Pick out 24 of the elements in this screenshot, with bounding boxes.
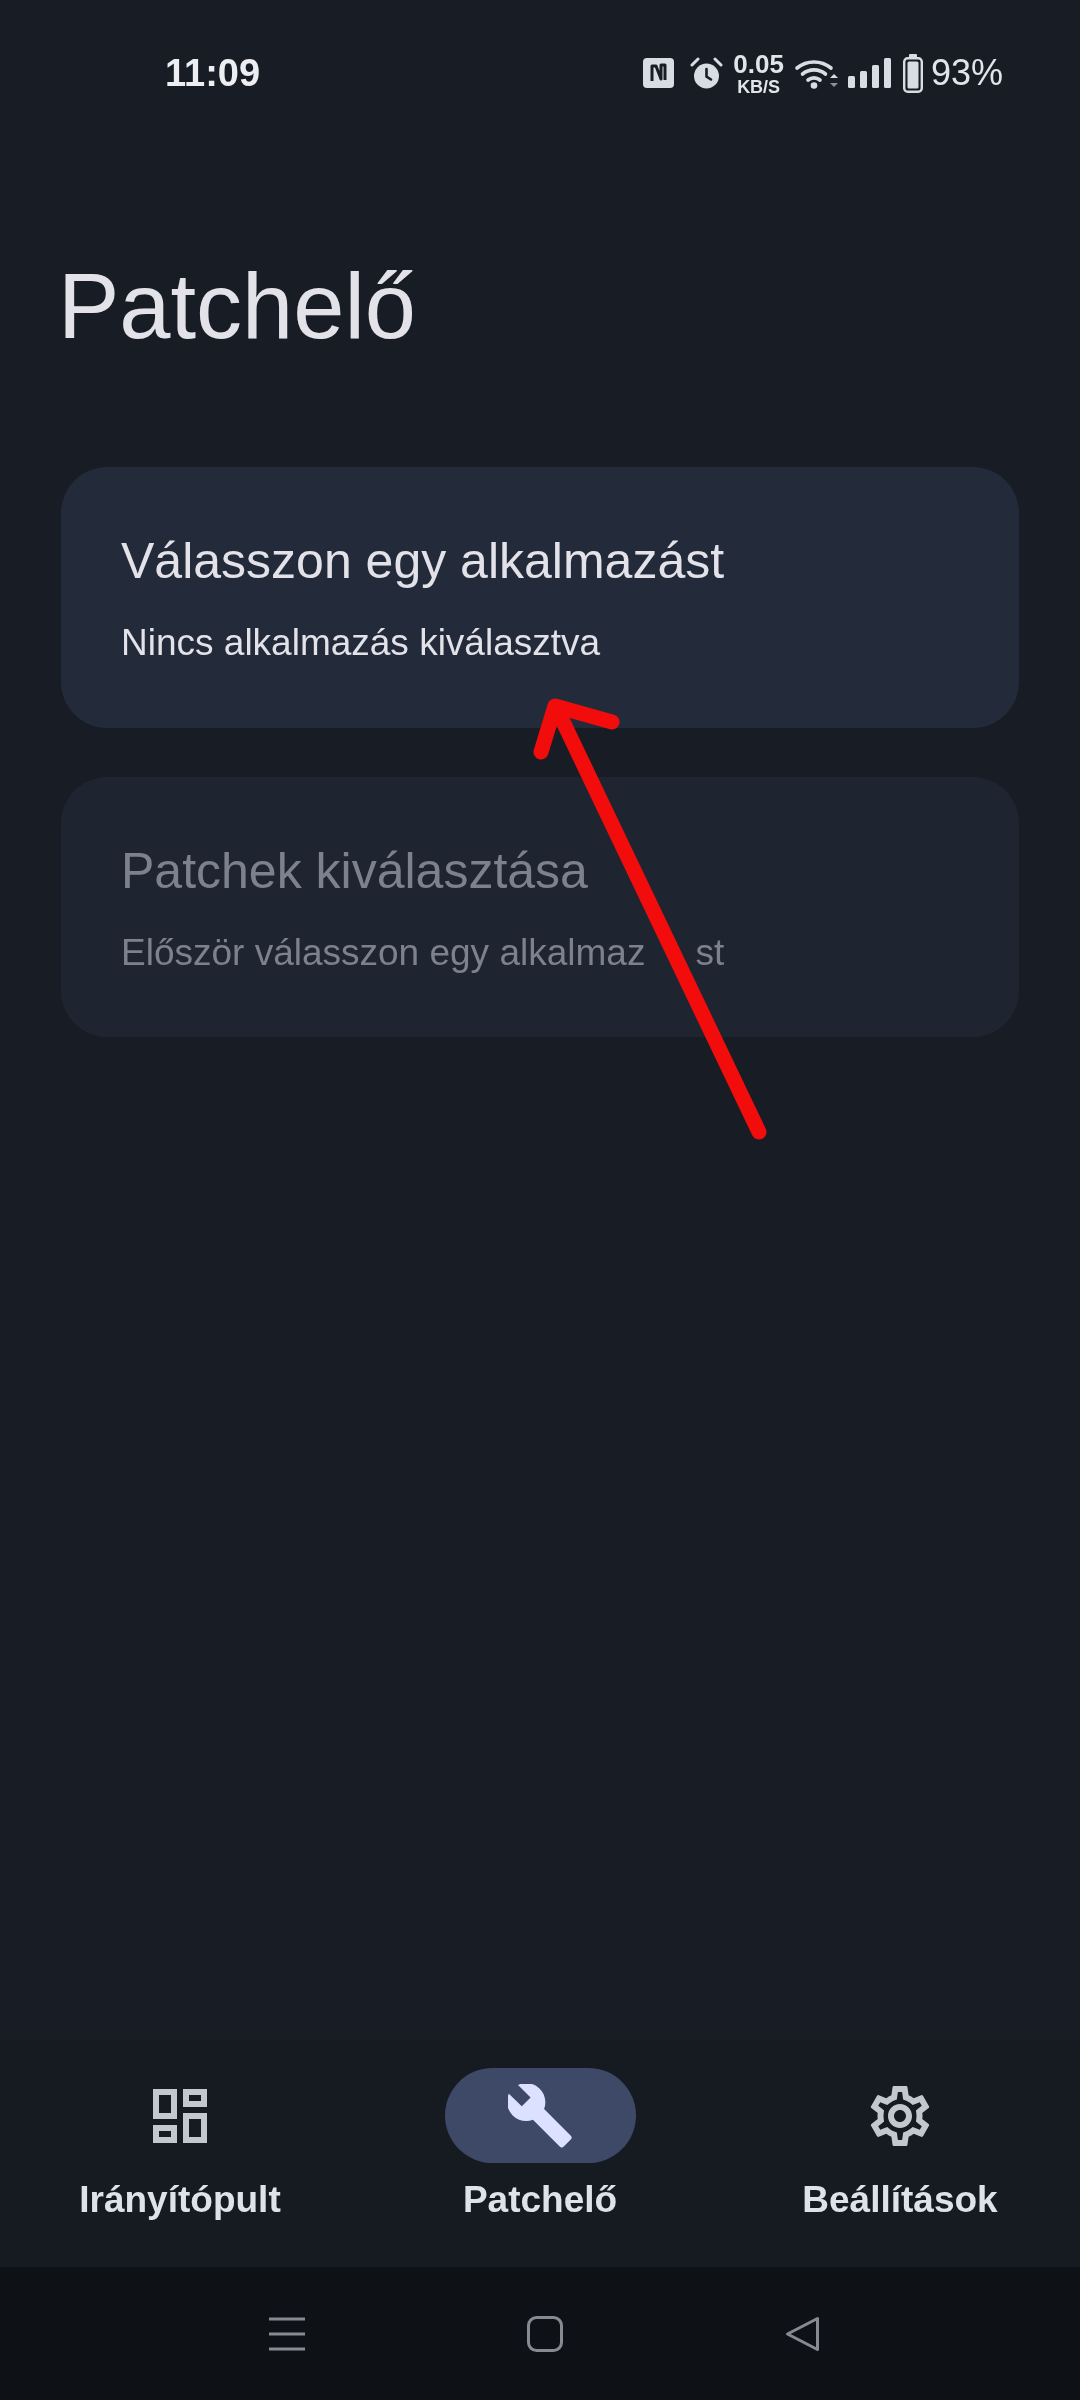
battery-percentage: 93% xyxy=(930,55,1003,91)
card-title: Patchek kiválasztása xyxy=(121,841,588,901)
wifi-icon xyxy=(793,57,838,89)
back-icon[interactable] xyxy=(785,2315,820,2352)
card-subtitle: Először válasszon egy alkalmaz xyxy=(121,930,646,975)
network-speed-unit: KB/S xyxy=(737,77,781,96)
nav-tab[interactable]: Patchelő xyxy=(360,2068,720,2223)
signal-icon xyxy=(847,58,892,88)
nfc-icon xyxy=(643,58,675,88)
clock-time: 11:09 xyxy=(165,54,261,92)
network-speed-value: 0.05 xyxy=(733,50,784,77)
settings-icon xyxy=(870,2085,930,2146)
page-title: Patchelő xyxy=(58,254,417,359)
card-title: Válasszon egy alkalmazást xyxy=(121,532,725,592)
nav-tab[interactable]: Beállítások xyxy=(720,2068,1080,2223)
option-card[interactable]: Válasszon egy alkalmazást Nincs alkalmazás kiválasztva xyxy=(61,467,1019,728)
battery-icon xyxy=(902,53,923,93)
card-subtitle-fragment: st xyxy=(695,930,725,975)
nav-tab[interactable]: Irányítópult xyxy=(0,2068,360,2223)
alarm-clock-icon xyxy=(690,56,724,90)
dashboard-icon xyxy=(153,2088,207,2143)
menu-icon[interactable] xyxy=(269,2316,305,2351)
home-icon[interactable] xyxy=(527,2315,563,2352)
card-subtitle: Nincs alkalmazás kiválasztva xyxy=(121,621,601,666)
